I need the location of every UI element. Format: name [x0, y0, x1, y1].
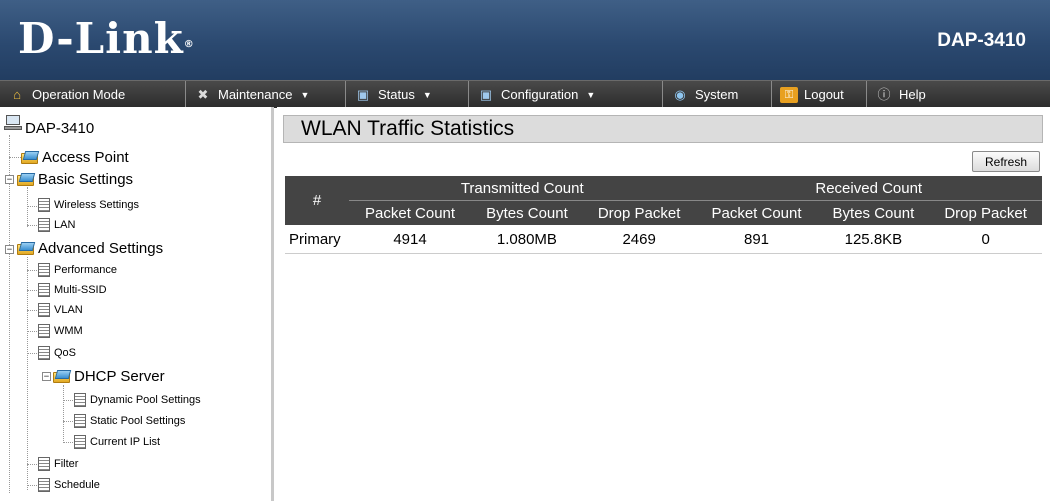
column-header-rx-bytes-count: Bytes Count — [817, 200, 930, 225]
tree-item-current-ip-list[interactable]: Current IP List — [74, 435, 160, 449]
tree-item-performance[interactable]: Performance — [38, 263, 117, 277]
tree-item-wmm[interactable]: WMM — [38, 324, 83, 338]
table-row: Primary 4914 1.080MB 2469 891 125.8KB 0 — [285, 225, 1042, 254]
group-header-received: Received Count — [695, 176, 1042, 201]
page-icon — [38, 198, 50, 212]
home-icon: ⌂ — [13, 86, 21, 102]
folder-icon — [17, 173, 36, 186]
page-icon — [38, 218, 50, 232]
page-icon — [38, 303, 50, 317]
folder-icon — [53, 370, 72, 383]
collapse-icon[interactable]: − — [5, 245, 14, 255]
chevron-down-icon: ▼ — [300, 89, 310, 100]
page-title: WLAN Traffic Statistics — [283, 115, 1043, 143]
column-header-rx-packet-count: Packet Count — [695, 200, 818, 225]
table-cell: 0 — [929, 225, 1042, 254]
menu-logout[interactable]: ⚿ Logout — [772, 81, 867, 108]
disk-icon: ◉ — [674, 86, 686, 102]
page-icon — [74, 435, 86, 449]
table-cell: 125.8KB — [817, 225, 930, 254]
main-content: WLAN Traffic Statistics Refresh # Transm… — [277, 107, 1050, 501]
page-icon — [38, 283, 50, 297]
column-header-tx-bytes-count: Bytes Count — [471, 200, 583, 225]
dlink-logo: D-Link® — [18, 14, 195, 63]
table-cell: 4914 — [349, 225, 472, 254]
menu-maintenance[interactable]: ✖ Maintenance ▼ — [186, 81, 346, 108]
tree-item-filter[interactable]: Filter — [38, 457, 78, 471]
column-header-rx-drop-packet: Drop Packet — [929, 200, 1042, 225]
refresh-button[interactable]: Refresh — [972, 151, 1040, 172]
key-icon: ⚿ — [780, 86, 798, 103]
tree-item-multi-ssid[interactable]: Multi-SSID — [38, 283, 107, 297]
tree-item-schedule[interactable]: Schedule — [38, 478, 100, 492]
table-cell: 2469 — [582, 225, 696, 254]
tree-item-wireless-settings[interactable]: Wireless Settings — [38, 198, 139, 212]
tree-item-access-point[interactable]: Access Point — [21, 149, 129, 166]
row-label: Primary — [285, 225, 349, 254]
help-icon: ⓘ — [877, 86, 891, 102]
tree-item-qos[interactable]: QoS — [38, 346, 76, 360]
chevron-down-icon: ▼ — [586, 89, 596, 100]
monitor-icon: ▣ — [479, 86, 493, 102]
top-menu-bar: ⌂ Operation Mode ✖ Maintenance ▼ ▣ Status… — [0, 80, 1050, 108]
folder-icon — [17, 242, 36, 255]
computer-icon — [4, 114, 22, 131]
chevron-down-icon: ▼ — [422, 89, 432, 100]
tree-item-static-pool-settings[interactable]: Static Pool Settings — [74, 414, 185, 428]
tree-item-advanced-settings[interactable]: Advanced Settings — [17, 240, 163, 257]
navigation-tree: DAP-3410 Access Point − Basic Settings W… — [0, 107, 274, 501]
tree-item-vlan[interactable]: VLAN — [38, 303, 83, 317]
menu-status[interactable]: ▣ Status ▼ — [346, 81, 469, 108]
collapse-icon[interactable]: − — [5, 175, 14, 185]
traffic-stats-table: # Transmitted Count Received Count Packe… — [285, 176, 1042, 254]
column-header-tx-drop-packet: Drop Packet — [582, 200, 696, 225]
page-icon — [38, 324, 50, 338]
group-header-transmitted: Transmitted Count — [349, 176, 696, 201]
table-cell: 891 — [695, 225, 818, 254]
collapse-icon[interactable]: − — [42, 372, 51, 382]
menu-system[interactable]: ◉ System — [663, 81, 772, 108]
tree-root-device[interactable]: DAP-3410 — [4, 114, 94, 137]
page-icon — [38, 346, 50, 360]
table-cell: 1.080MB — [471, 225, 583, 254]
device-model: DAP-3410 — [937, 30, 1026, 51]
tree-item-basic-settings[interactable]: Basic Settings — [17, 171, 133, 188]
page-icon — [74, 414, 86, 428]
tree-item-dhcp-server[interactable]: DHCP Server — [53, 368, 165, 385]
page-icon — [38, 457, 50, 471]
page-icon — [38, 263, 50, 277]
menu-help[interactable]: ⓘ Help — [867, 81, 1050, 108]
page-icon — [74, 393, 86, 407]
tree-item-lan[interactable]: LAN — [38, 218, 75, 232]
menu-configuration[interactable]: ▣ Configuration ▼ — [469, 81, 663, 108]
column-header-hash: # — [285, 176, 349, 225]
header-banner: D-Link® DAP-3410 — [0, 0, 1050, 80]
column-header-tx-packet-count: Packet Count — [349, 200, 472, 225]
monitor-icon: ▣ — [356, 86, 370, 102]
folder-icon — [21, 151, 40, 164]
page-icon — [38, 478, 50, 492]
tools-icon: ✖ — [197, 86, 209, 102]
menu-operation-mode[interactable]: ⌂ Operation Mode — [0, 81, 186, 108]
tree-item-dynamic-pool-settings[interactable]: Dynamic Pool Settings — [74, 393, 201, 407]
